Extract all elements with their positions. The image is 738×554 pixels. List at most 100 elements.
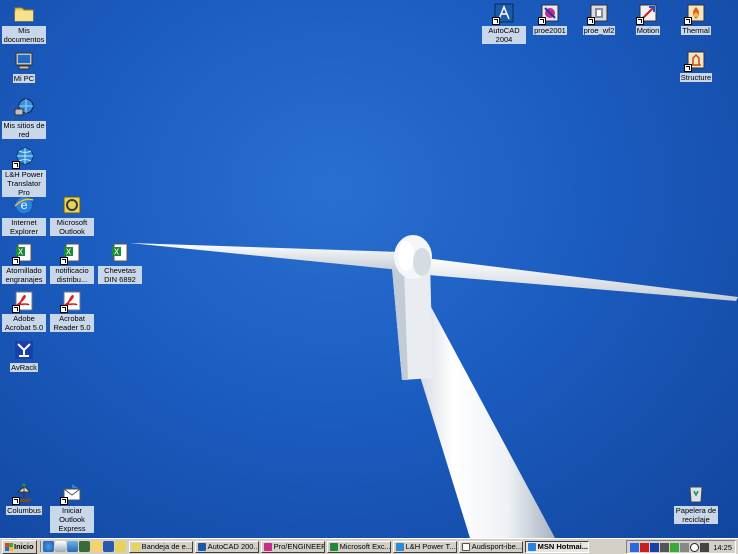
desktop-icon-acrobat-reader[interactable]: Acrobat Reader 5.0 xyxy=(50,290,94,332)
desktop-icon-adobe-acrobat[interactable]: Adobe Acrobat 5.0 xyxy=(2,290,46,332)
shortcut-arrow-icon xyxy=(492,17,500,25)
avrack-icon xyxy=(15,341,33,359)
desktop-icon-label: Motion xyxy=(635,26,661,35)
task-label: Pro/ENGINEER xyxy=(273,542,325,551)
desktop-icon-iniciar-outlook-express[interactable]: Iniciar Outlook Express xyxy=(50,482,94,533)
desktop-icon-label: Mi PC xyxy=(12,74,36,83)
excel-icon: X xyxy=(112,243,128,262)
task-audisport[interactable]: Audisport-ibe... xyxy=(458,540,523,553)
internet-explorer-icon[interactable] xyxy=(42,541,54,552)
task-label: L&H Power T... xyxy=(405,542,456,551)
shortcut-arrow-icon xyxy=(60,257,68,265)
desktop-icon-mis-documentos[interactable]: Mis documentos xyxy=(2,2,46,44)
svg-text:X: X xyxy=(114,248,120,257)
shortcut-arrow-icon xyxy=(684,64,692,72)
folder-icon xyxy=(14,7,34,22)
desktop-icon-autocad-2004[interactable]: AutoCAD 2004 xyxy=(482,2,526,44)
task-msn-hotmail[interactable]: MSN Hotmai... xyxy=(524,540,589,553)
shortcut-arrow-icon xyxy=(12,161,20,169)
avrack-tray-icon[interactable] xyxy=(650,542,660,552)
desktop-icon-label: proe_wf2 xyxy=(582,26,616,35)
internet-explorer-icon xyxy=(527,542,536,551)
desktop-icon-microsoft-outlook[interactable]: Microsoft Outlook xyxy=(50,194,94,236)
desktop-icon-internet-explorer[interactable]: e Internet Explorer xyxy=(2,194,46,236)
network-tray-icon[interactable] xyxy=(630,542,640,552)
task-pro-engineer[interactable]: Pro/ENGINEER xyxy=(260,540,325,553)
task-autocad[interactable]: AutoCAD 200... xyxy=(194,540,259,553)
task-label: AutoCAD 200... xyxy=(207,542,259,551)
task-lh-power-translator[interactable]: L&H Power T... xyxy=(392,540,457,553)
desktop-icon-notificacio-distribu[interactable]: X notificacio distribu... xyxy=(50,242,94,284)
document-icon xyxy=(461,542,470,551)
shortcut-arrow-icon xyxy=(636,17,644,25)
shortcut-arrow-icon xyxy=(684,17,692,25)
task-label: Audisport-ibe... xyxy=(471,542,523,551)
desktop-icon-thermal[interactable]: Thermal xyxy=(674,2,718,35)
antivirus-tray-icon[interactable] xyxy=(640,542,650,552)
desktop-icon-chevetas-din-6892[interactable]: X Chevetas DIN 6892 xyxy=(98,242,142,284)
excel-icon xyxy=(329,542,338,551)
desktop-icon-label: proe2001 xyxy=(533,26,567,35)
desktop-icon-label: Mis documentos xyxy=(2,26,46,44)
task-bandeja-de-entrada[interactable]: Bandeja de e... xyxy=(128,540,193,553)
shortcut-arrow-icon xyxy=(60,305,68,313)
shortcut-arrow-icon xyxy=(538,17,546,25)
shortcut-arrow-icon xyxy=(12,305,20,313)
shortcut-arrow-icon xyxy=(60,497,68,505)
desktop-icon-avrack[interactable]: AvRack xyxy=(2,339,46,372)
desktop-icon-proe2001[interactable]: proe2001 xyxy=(528,2,572,35)
word-icon[interactable] xyxy=(102,541,114,552)
desktop-icon-label: notificacio distribu... xyxy=(50,266,94,284)
desktop-icon-columbus[interactable]: Columbus xyxy=(2,482,46,515)
clock[interactable]: 14:25 xyxy=(713,543,732,552)
desktop-icon-label: Iniciar Outlook Express xyxy=(50,506,94,533)
media-icon[interactable] xyxy=(78,541,90,552)
start-label: Inicio xyxy=(14,542,34,551)
task-label: Bandeja de e... xyxy=(141,542,193,551)
desktop-icon-label: Papelera de reciclaje xyxy=(674,506,718,524)
printer-tray-icon[interactable] xyxy=(680,542,690,552)
outlook-icon[interactable] xyxy=(114,541,126,552)
desktop-icon-label: Microsoft Outlook xyxy=(50,218,94,236)
desktop-icon-label: Mis sitios de red xyxy=(2,121,46,139)
desktop-icon-label: Internet Explorer xyxy=(2,218,46,236)
system-tray: 14:25 xyxy=(626,540,736,554)
desktop-icon-label: Atornillado engranajes xyxy=(2,266,46,284)
shortcut-arrow-icon xyxy=(12,257,20,265)
desktop-icon-mi-pc[interactable]: Mi PC xyxy=(2,50,46,83)
autocad-icon xyxy=(197,542,206,551)
folder-icon[interactable] xyxy=(90,541,102,552)
desktop-icon-label: Chevetas DIN 6892 xyxy=(98,266,142,284)
task-microsoft-excel[interactable]: Microsoft Exc... xyxy=(326,540,391,553)
desktop-icon-label: Columbus xyxy=(6,506,42,515)
desktop-icon-mis-sitios-de-red[interactable]: Mis sitios de red xyxy=(2,97,46,139)
desktop-icon-label: AutoCAD 2004 xyxy=(482,26,526,44)
network-icon xyxy=(14,98,34,116)
panda-tray-icon[interactable] xyxy=(690,542,700,552)
task-label: MSN Hotmai... xyxy=(537,542,589,551)
quick-launch xyxy=(39,541,126,552)
desktop-icon-proe-wf2[interactable]: proe_wf2 xyxy=(577,2,621,35)
outlook-express-icon[interactable] xyxy=(54,541,66,552)
svg-text:X: X xyxy=(18,248,24,257)
recycle-bin-icon xyxy=(689,486,703,503)
globe-icon xyxy=(395,542,404,551)
desktop-icon-label: AvRack xyxy=(10,363,38,372)
task-label: Microsoft Exc... xyxy=(339,542,391,551)
proe-icon xyxy=(263,542,272,551)
display-tray-icon[interactable] xyxy=(700,542,710,552)
task-buttons: Bandeja de e... AutoCAD 200... Pro/ENGIN… xyxy=(128,540,589,553)
desktop-icon-label: L&H Power Translator Pro xyxy=(2,170,46,197)
volume-tray-icon[interactable] xyxy=(660,542,670,552)
desktop-icon-atornillado-engranajes[interactable]: X Atornillado engranajes xyxy=(2,242,46,284)
show-desktop-icon[interactable] xyxy=(66,541,78,552)
desktop-icon-structure[interactable]: Structure xyxy=(674,49,718,82)
start-button[interactable]: Inicio xyxy=(2,539,37,554)
desktop-icon-motion[interactable]: Motion xyxy=(626,2,670,35)
taskbar: Inicio Bandeja de e... AutoCAD 200... Pr… xyxy=(0,538,738,554)
desktop-icon-label: Adobe Acrobat 5.0 xyxy=(2,314,46,332)
desktop-icon-papelera-de-reciclaje[interactable]: Papelera de reciclaje xyxy=(674,482,718,524)
outlook-icon xyxy=(131,542,140,551)
messenger-tray-icon[interactable] xyxy=(670,542,680,552)
desktop-icon-lh-power-translator[interactable]: L&H Power Translator Pro xyxy=(2,146,46,197)
